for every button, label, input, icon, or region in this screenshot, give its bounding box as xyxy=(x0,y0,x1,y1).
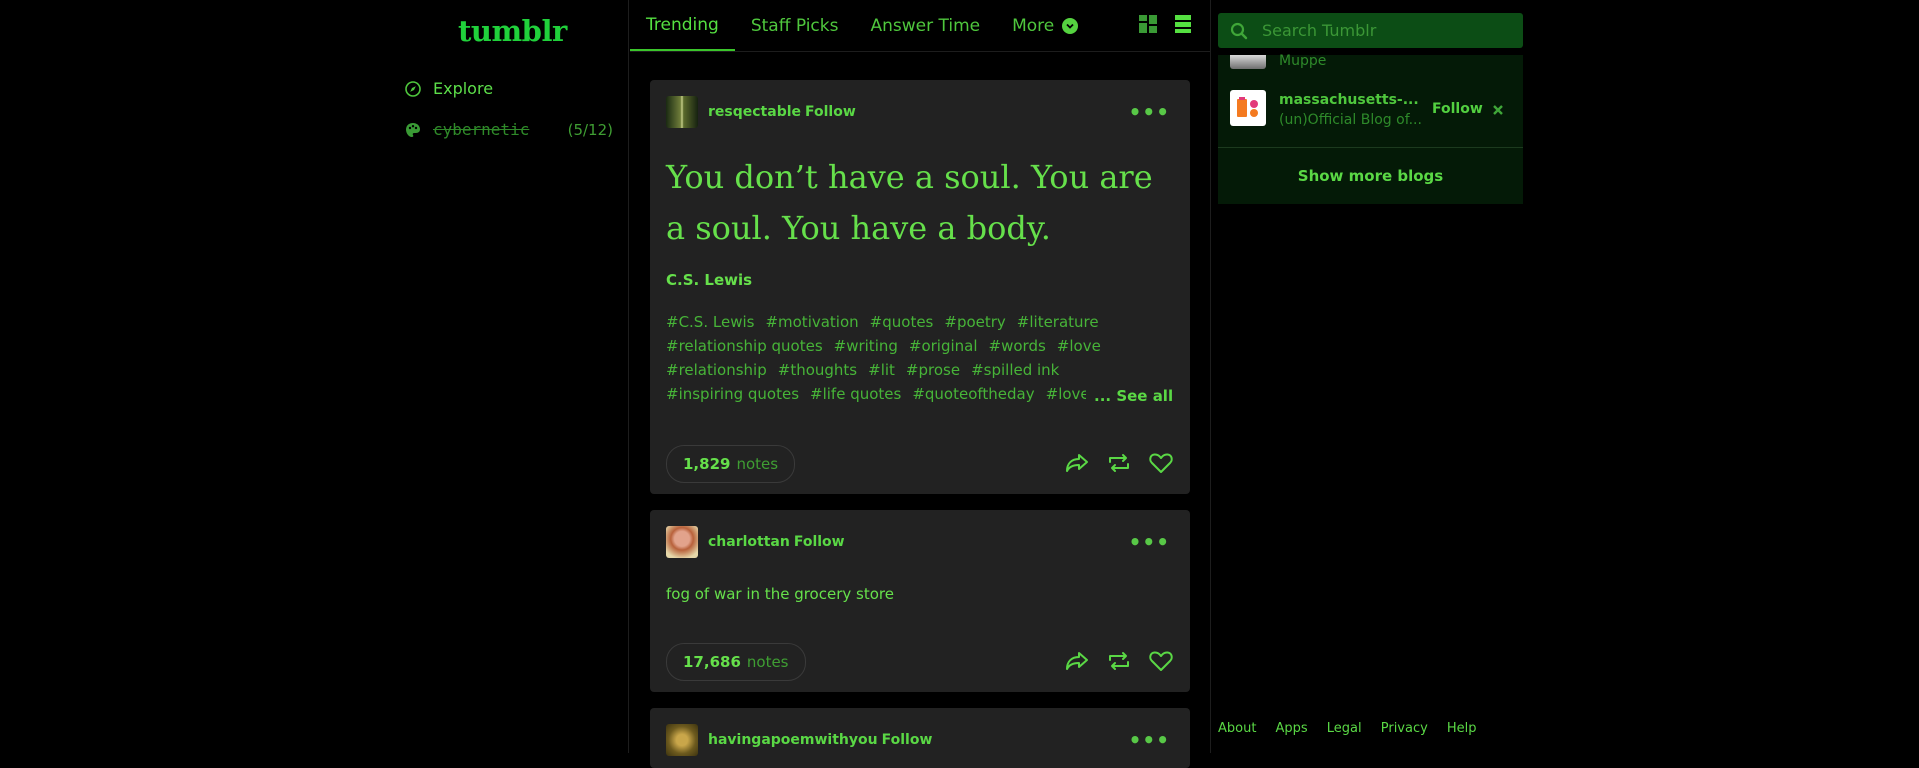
tag-link[interactable]: #thoughts xyxy=(778,361,857,379)
reblog-icon[interactable] xyxy=(1106,648,1132,678)
tag-row: #relationship #thoughts #lit #prose #spilled… xyxy=(666,358,1086,382)
follow-link[interactable]: Follow xyxy=(805,104,856,120)
tab-answer-time[interactable]: Answer Time xyxy=(854,0,996,51)
tag-link[interactable]: #writing xyxy=(834,337,898,355)
avatar[interactable] xyxy=(666,526,698,558)
dismiss-icon[interactable] xyxy=(1492,101,1504,120)
footer-link-apps[interactable]: Apps xyxy=(1276,721,1308,736)
tab-more-label: More xyxy=(1012,15,1055,36)
avatar[interactable] xyxy=(666,724,698,756)
post-card: havingapoemwithyou Follow ••• xyxy=(650,708,1190,768)
post-actions xyxy=(1064,648,1174,678)
chevron-down-icon xyxy=(1062,17,1079,34)
avatar[interactable] xyxy=(1230,90,1266,126)
tab-staff-picks[interactable]: Staff Picks xyxy=(735,0,855,51)
tag-link[interactable]: #poetry xyxy=(944,313,1005,331)
grid-view-icon[interactable] xyxy=(1138,14,1158,34)
tag-link[interactable]: #quotes xyxy=(870,313,934,331)
avatar[interactable] xyxy=(666,96,698,128)
share-icon[interactable] xyxy=(1064,648,1090,678)
footer-link-about[interactable]: About xyxy=(1218,721,1256,736)
avatar[interactable] xyxy=(1230,55,1266,69)
tag-row: #C.S. Lewis #motivation #quotes #poetry #lit… xyxy=(666,310,1099,334)
sidebar-item-label: Explore xyxy=(433,79,494,98)
quote-source: C.S. Lewis xyxy=(666,271,753,289)
post-header: charlottan Follow xyxy=(666,526,845,558)
sidebar-item-explore[interactable]: Explore xyxy=(405,79,493,98)
palette-icon xyxy=(405,122,421,138)
tab-more[interactable]: More xyxy=(996,0,1094,51)
more-options-icon[interactable]: ••• xyxy=(1129,100,1170,124)
post-quote: You don’t have a soul. You are a soul. Y… xyxy=(666,158,1153,247)
panel-divider xyxy=(1218,147,1523,148)
notes-count: 1,829 xyxy=(683,455,731,473)
tag-link[interactable]: #prose xyxy=(906,361,960,379)
tag-list: #C.S. Lewis #motivation #quotes #poetry #lit… xyxy=(666,310,1101,406)
tag-link[interactable]: #quoteoftheday xyxy=(912,385,1034,403)
left-divider xyxy=(628,0,629,753)
follow-link[interactable]: Follow xyxy=(794,534,845,550)
tag-link[interactable]: #original xyxy=(909,337,978,355)
tag-link[interactable]: #love q xyxy=(1046,385,1086,403)
tag-link[interactable]: #relationship xyxy=(666,361,767,379)
post-header: havingapoemwithyou Follow xyxy=(666,724,932,756)
recommended-blog-description: Muppe xyxy=(1279,53,1327,69)
tab-bar: Trending Staff Picks Answer Time More xyxy=(630,0,1094,51)
tag-link[interactable]: #words xyxy=(989,337,1046,355)
tag-link[interactable]: #lit xyxy=(868,361,895,379)
sidebar-item-count: (5/12) xyxy=(567,120,613,139)
tab-trending[interactable]: Trending xyxy=(630,0,735,51)
follow-link[interactable]: Follow xyxy=(882,732,933,748)
tag-link[interactable]: #relationship quotes xyxy=(666,337,823,355)
post-actions xyxy=(1064,450,1174,480)
search-icon xyxy=(1230,22,1248,40)
follow-button[interactable]: Follow xyxy=(1432,101,1483,117)
post-card: resqectable Follow ••• You don’t have a … xyxy=(650,80,1190,494)
post-header: resqectable Follow xyxy=(666,96,856,128)
post-text: fog of war in the grocery store xyxy=(666,585,894,603)
search-bar xyxy=(1218,13,1523,48)
list-view-icon[interactable] xyxy=(1173,14,1193,34)
recommended-blogs-panel: Muppe massachusetts-... (un)Official Blo… xyxy=(1218,53,1523,204)
sidebar-item-label: cybernetic xyxy=(433,120,530,139)
notes-count: 17,686 xyxy=(683,653,741,671)
search-input[interactable] xyxy=(1260,20,1514,41)
tag-link[interactable]: #motivation xyxy=(765,313,858,331)
like-icon[interactable] xyxy=(1148,450,1174,480)
show-more-blogs-button[interactable]: Show more blogs xyxy=(1218,167,1523,185)
share-icon[interactable] xyxy=(1064,450,1090,480)
footer-links: About Apps Legal Privacy Help xyxy=(1218,717,1491,736)
sidebar-item-cybernetic[interactable]: cybernetic (5/12) xyxy=(405,120,613,139)
reblog-icon[interactable] xyxy=(1106,450,1132,480)
tag-link[interactable]: #inspiring quotes xyxy=(666,385,799,403)
tag-link[interactable]: #C.S. Lewis xyxy=(666,313,754,331)
tag-link[interactable]: #love xyxy=(1057,337,1101,355)
see-all-tags-button[interactable]: ... See all xyxy=(1094,387,1173,405)
notes-label: notes xyxy=(746,653,789,671)
tab-rule xyxy=(630,51,1210,52)
right-divider xyxy=(1210,0,1211,753)
tag-row: #inspiring quotes #life quotes #quoteofthe… xyxy=(666,382,1086,406)
blog-name-link[interactable]: havingapoemwithyou xyxy=(708,732,878,748)
footer-link-help[interactable]: Help xyxy=(1447,721,1477,736)
tag-row: #relationship quotes #writing #original #wo… xyxy=(666,334,1101,358)
tumblr-logo[interactable]: tumblr xyxy=(458,14,567,48)
post-card: charlottan Follow ••• fog of war in the … xyxy=(650,510,1190,692)
blog-name-link[interactable]: resqectable xyxy=(708,104,801,120)
notes-label: notes xyxy=(736,455,779,473)
recommended-blog-name[interactable]: massachusetts-... xyxy=(1279,92,1419,108)
footer-link-legal[interactable]: Legal xyxy=(1327,721,1362,736)
blog-name-link[interactable]: charlottan xyxy=(708,534,790,550)
more-options-icon[interactable]: ••• xyxy=(1129,728,1170,752)
footer-link-privacy[interactable]: Privacy xyxy=(1381,721,1428,736)
tag-link[interactable]: #life quotes xyxy=(810,385,901,403)
notes-button[interactable]: 17,686 notes xyxy=(666,643,806,681)
like-icon[interactable] xyxy=(1148,648,1174,678)
notes-button[interactable]: 1,829 notes xyxy=(666,445,796,483)
tag-link[interactable]: #literature xyxy=(1017,313,1099,331)
tag-link[interactable]: #spilled ink xyxy=(971,361,1059,379)
compass-icon xyxy=(405,80,421,97)
recommended-blog-description: (un)Official Blog of... xyxy=(1279,112,1422,128)
more-options-icon[interactable]: ••• xyxy=(1129,530,1170,554)
